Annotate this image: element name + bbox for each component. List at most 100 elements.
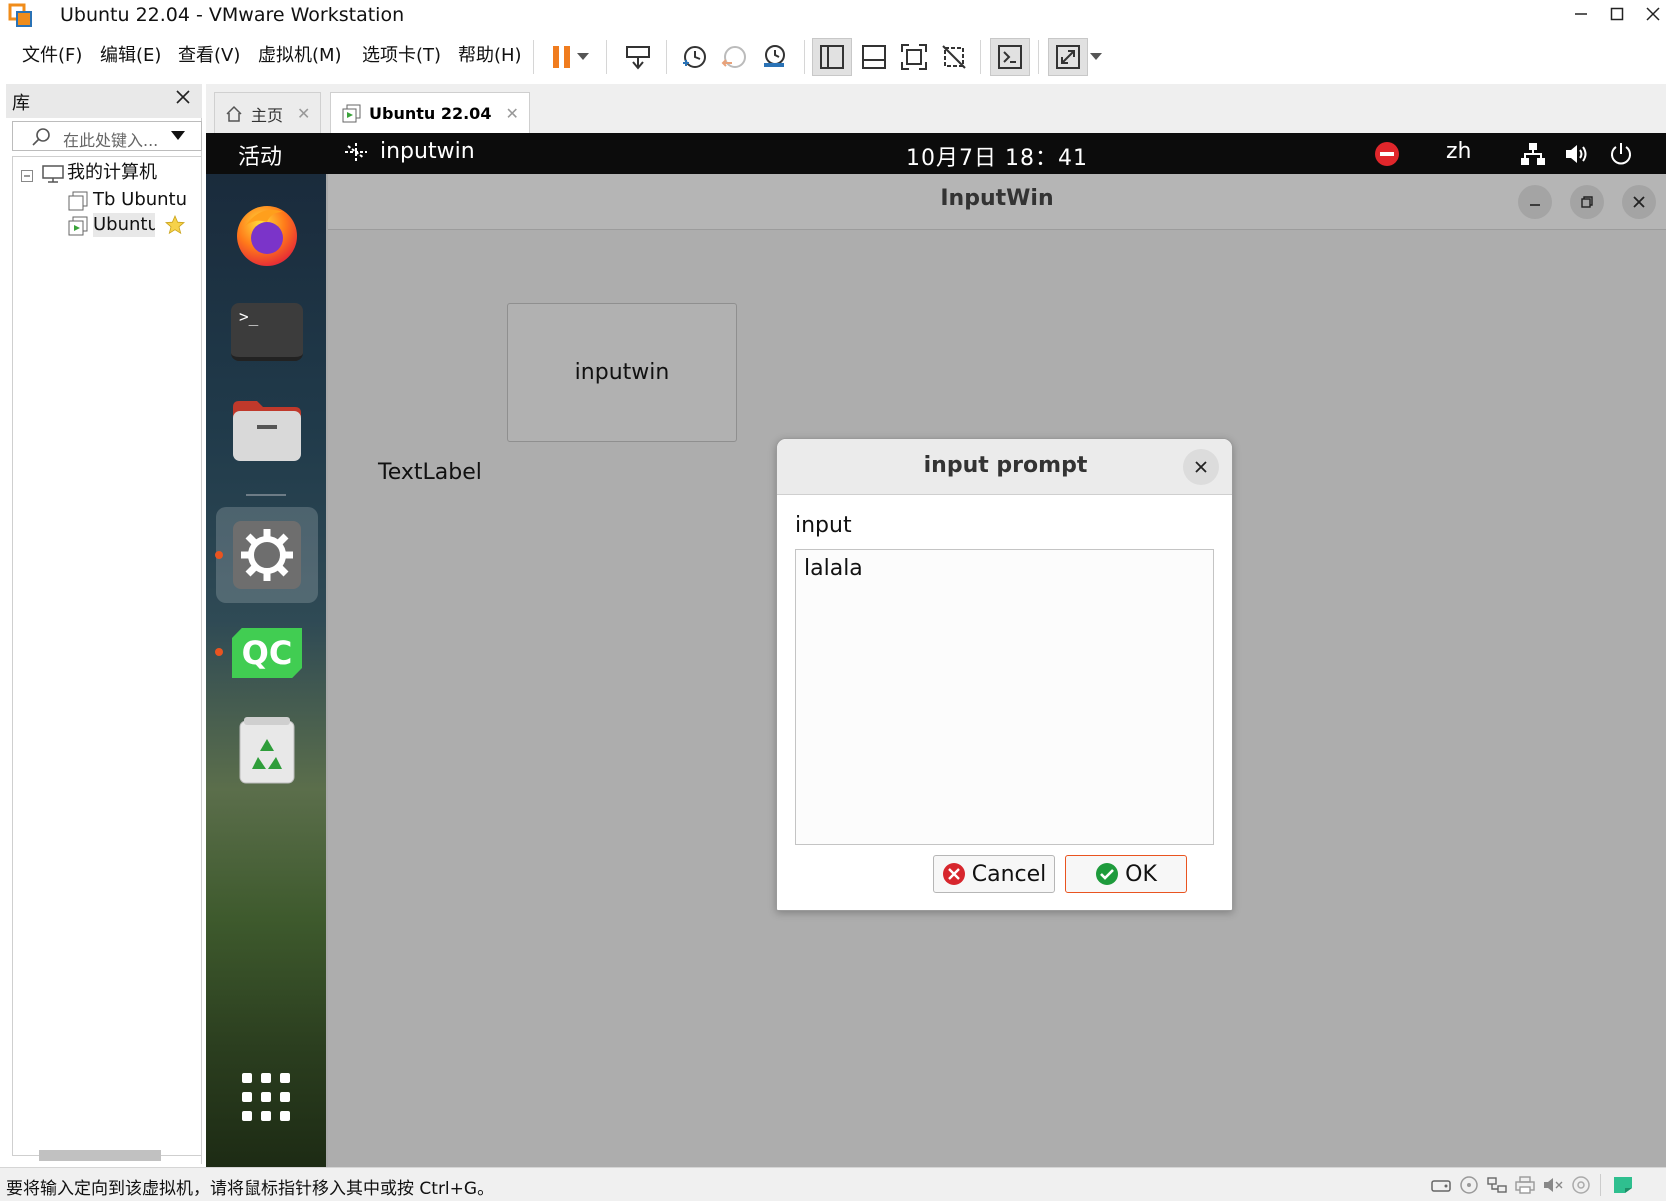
search-placeholder: 在此处键入...: [63, 131, 159, 150]
cd-dvd-icon[interactable]: [1458, 1175, 1480, 1195]
tab-home[interactable]: 主页 ✕: [214, 92, 322, 134]
dock-terminal[interactable]: >_: [228, 293, 306, 371]
close-window-button[interactable]: [1630, 0, 1666, 28]
dock-separator: [246, 494, 286, 496]
dialog-close-button[interactable]: [1183, 449, 1219, 485]
pause-icon: [553, 46, 570, 68]
dropdown-arrow-icon: [1090, 53, 1102, 60]
toolbar-separator: [606, 40, 607, 74]
power-icon[interactable]: [1608, 141, 1634, 167]
search-icon: [32, 128, 50, 146]
input-field-label: input: [795, 513, 852, 538]
menu-file[interactable]: 文件(F): [18, 42, 86, 70]
dialog-header: input prompt: [777, 439, 1232, 495]
menu-edit[interactable]: 编辑(E): [96, 42, 165, 70]
dock-trash[interactable]: [228, 711, 306, 789]
send-ctrl-alt-del-button[interactable]: [618, 38, 658, 76]
favorite-star-icon[interactable]: [165, 215, 185, 235]
unity-button[interactable]: [934, 38, 974, 76]
snapshot-manager-button[interactable]: [754, 38, 794, 76]
library-close-button[interactable]: [176, 88, 190, 109]
dock-settings[interactable]: [228, 516, 306, 594]
pause-dropdown[interactable]: [572, 38, 594, 76]
activities-button[interactable]: 活动: [238, 139, 282, 171]
tree-collapse-toggle[interactable]: [21, 167, 33, 186]
app-menu-label: inputwin: [380, 139, 475, 164]
sound-card-icon[interactable]: [1542, 1175, 1564, 1195]
tree-item-ubuntu[interactable]: Ubuntu: [93, 213, 155, 237]
dock-firefox[interactable]: [228, 195, 306, 273]
inputwin-restore-button[interactable]: [1570, 185, 1604, 219]
vm-icon: [68, 191, 88, 211]
tab-home-close-button[interactable]: ✕: [297, 104, 310, 123]
revert-snapshot-button[interactable]: [714, 38, 754, 76]
library-view-icon: [820, 45, 844, 69]
toolbar-separator: [804, 40, 805, 74]
tab-home-label: 主页: [251, 105, 284, 125]
dropdown-arrow-icon[interactable]: [171, 131, 185, 141]
manage-snapshots-icon: [764, 45, 785, 67]
fullscreen-button[interactable]: [894, 38, 934, 76]
menu-tabs[interactable]: 选项卡(T): [358, 42, 445, 70]
usb-icon[interactable]: [1570, 1175, 1592, 1195]
show-apps-icon: [242, 1073, 290, 1121]
dock-files[interactable]: [228, 392, 306, 470]
menu-vm[interactable]: 虚拟机(M): [254, 42, 346, 70]
stretch-dropdown[interactable]: [1086, 38, 1106, 76]
inputwin-close-button[interactable]: [1622, 185, 1656, 219]
toolbar-separator: [533, 40, 534, 74]
menu-toolbar: 文件(F) 编辑(E) 查看(V) 虚拟机(M) 选项卡(T) 帮助(H): [0, 34, 1666, 80]
firefox-icon: [237, 206, 297, 266]
toolbar-separator: [1038, 40, 1039, 74]
hard-disk-icon[interactable]: [1430, 1175, 1452, 1195]
status-bar: 要将输入定向到该虚拟机，请将鼠标指针移入其中或按 Ctrl+G。: [0, 1167, 1666, 1201]
dock-qt-creator[interactable]: QC: [228, 614, 306, 692]
show-apps-button[interactable]: [240, 1071, 292, 1123]
take-snapshot-button[interactable]: [674, 38, 714, 76]
clock[interactable]: 10月7日 18：41: [906, 140, 1088, 172]
library-search-input[interactable]: 在此处键入...: [12, 121, 202, 151]
computer-icon: [42, 165, 64, 183]
message-log-icon[interactable]: [1612, 1175, 1634, 1195]
toolbar-separator: [666, 40, 667, 74]
check-icon: [1096, 863, 1119, 885]
running-indicator: [215, 648, 223, 656]
tab-ubuntu[interactable]: Ubuntu 22.04 ✕: [330, 92, 530, 134]
vm-display[interactable]: 活动 inputwin 10月7日 18：41 zh >_ QC InputWi…: [206, 133, 1666, 1167]
app-menu[interactable]: inputwin: [342, 139, 475, 164]
tab-ubuntu-label: Ubuntu 22.04: [369, 104, 492, 123]
gnome-top-bar: 活动 inputwin 10月7日 18：41 zh: [206, 133, 1666, 174]
inputwin-minimize-button[interactable]: [1518, 185, 1552, 219]
do-not-disturb-icon[interactable]: [1374, 141, 1400, 167]
tree-item-my-computer[interactable]: 我的计算机: [67, 161, 157, 185]
inputwin-button[interactable]: inputwin: [507, 303, 737, 442]
tab-ubuntu-close-button[interactable]: ✕: [505, 104, 518, 123]
volume-icon[interactable]: [1564, 142, 1590, 166]
tree-item-tb-ubuntu[interactable]: Tb Ubuntu: [93, 188, 187, 212]
console-view-button[interactable]: [990, 38, 1030, 76]
dropdown-arrow-icon: [577, 53, 589, 60]
menu-view[interactable]: 查看(V): [174, 42, 244, 70]
input-language-indicator[interactable]: zh: [1446, 139, 1472, 164]
cancel-button[interactable]: Cancel: [933, 855, 1055, 893]
thumbnail-bar-button[interactable]: [854, 38, 894, 76]
show-library-button[interactable]: [812, 38, 852, 76]
network-adapter-icon[interactable]: [1486, 1175, 1508, 1195]
input-textarea[interactable]: lalala: [795, 549, 1214, 845]
running-indicator: [215, 551, 223, 559]
running-vm-icon: [68, 216, 88, 236]
dialog-title: input prompt: [923, 453, 1088, 478]
maximize-icon: [1610, 7, 1624, 21]
minus-box-icon: [21, 170, 33, 182]
ok-button[interactable]: OK: [1065, 855, 1187, 893]
ubuntu-dock: >_ QC: [206, 174, 326, 1167]
network-icon[interactable]: [1520, 142, 1546, 166]
library-header: 库: [6, 84, 202, 118]
menu-help[interactable]: 帮助(H): [454, 42, 526, 70]
library-scrollbar[interactable]: [39, 1150, 161, 1161]
stretch-guest-button[interactable]: [1048, 38, 1088, 76]
inputwin-title: InputWin: [940, 186, 1054, 211]
printer-icon[interactable]: [1514, 1175, 1536, 1195]
close-icon: [176, 90, 190, 104]
home-icon: [226, 105, 242, 122]
